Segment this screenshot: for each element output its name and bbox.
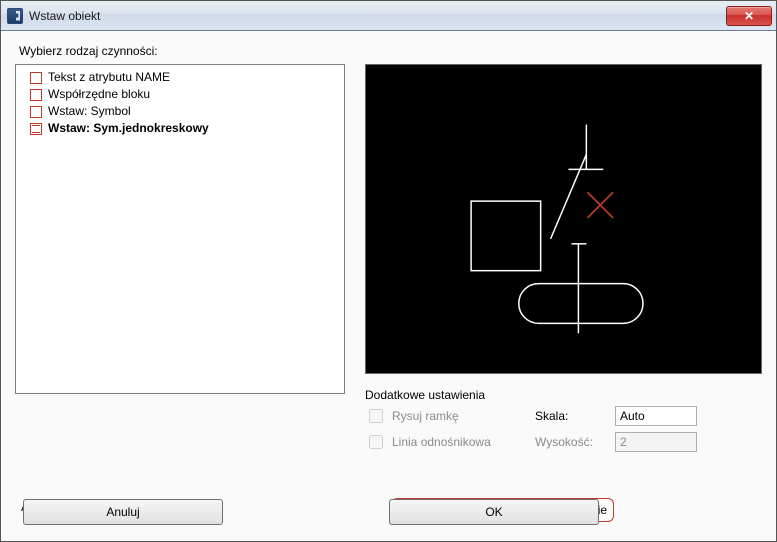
activity-tree[interactable]: Tekst z atrybutu NAME Współrzędne bloku … [15, 64, 345, 394]
close-icon: ✕ [744, 9, 754, 23]
tree-item[interactable]: Tekst z atrybutu NAME [30, 69, 342, 86]
tree-item-selected[interactable]: Wstaw: Sym.jednokreskowy [30, 120, 342, 137]
draw-frame-label: Rysuj ramkę [392, 409, 459, 423]
doc-icon [30, 106, 42, 118]
ok-button[interactable]: OK [389, 499, 599, 525]
scale-label: Skala: [535, 409, 615, 423]
close-button[interactable]: ✕ [726, 6, 772, 26]
height-input [615, 432, 697, 452]
tree-item[interactable]: Wstaw: Symbol [30, 103, 342, 120]
tree-item-label: Tekst z atrybutu NAME [48, 69, 170, 86]
tree-item[interactable]: Współrzędne bloku [30, 86, 342, 103]
leader-line-checkbox[interactable]: Linia odnośnikowa [365, 432, 535, 452]
cancel-button[interactable]: Anuluj [23, 499, 223, 525]
prompt-label: Wybierz rodzaj czynności: [19, 44, 762, 58]
app-icon [7, 8, 23, 24]
window-title: Wstaw obiekt [29, 9, 726, 23]
client-area: Wybierz rodzaj czynności: Tekst z atrybu… [1, 31, 776, 541]
symbol-preview [365, 64, 762, 374]
preview-svg [366, 65, 761, 373]
tree-item-label: Wstaw: Sym.jednokreskowy [48, 120, 209, 137]
draw-frame-checkbox[interactable]: Rysuj ramkę [365, 406, 535, 426]
leader-line-input[interactable] [369, 435, 383, 449]
scale-input[interactable] [615, 406, 697, 426]
draw-frame-input[interactable] [369, 409, 383, 423]
tree-item-label: Wstaw: Symbol [48, 103, 131, 120]
height-label: Wysokość: [535, 435, 615, 449]
leader-line-label: Linia odnośnikowa [392, 435, 491, 449]
doc-icon [30, 72, 42, 84]
tree-item-label: Współrzędne bloku [48, 86, 150, 103]
doc-icon [30, 123, 42, 135]
dialog-window: Wstaw obiekt ✕ Wybierz rodzaj czynności:… [0, 0, 777, 542]
settings-group-title: Dodatkowe ustawienia [365, 388, 762, 402]
doc-icon [30, 89, 42, 101]
titlebar[interactable]: Wstaw obiekt ✕ [1, 1, 776, 31]
